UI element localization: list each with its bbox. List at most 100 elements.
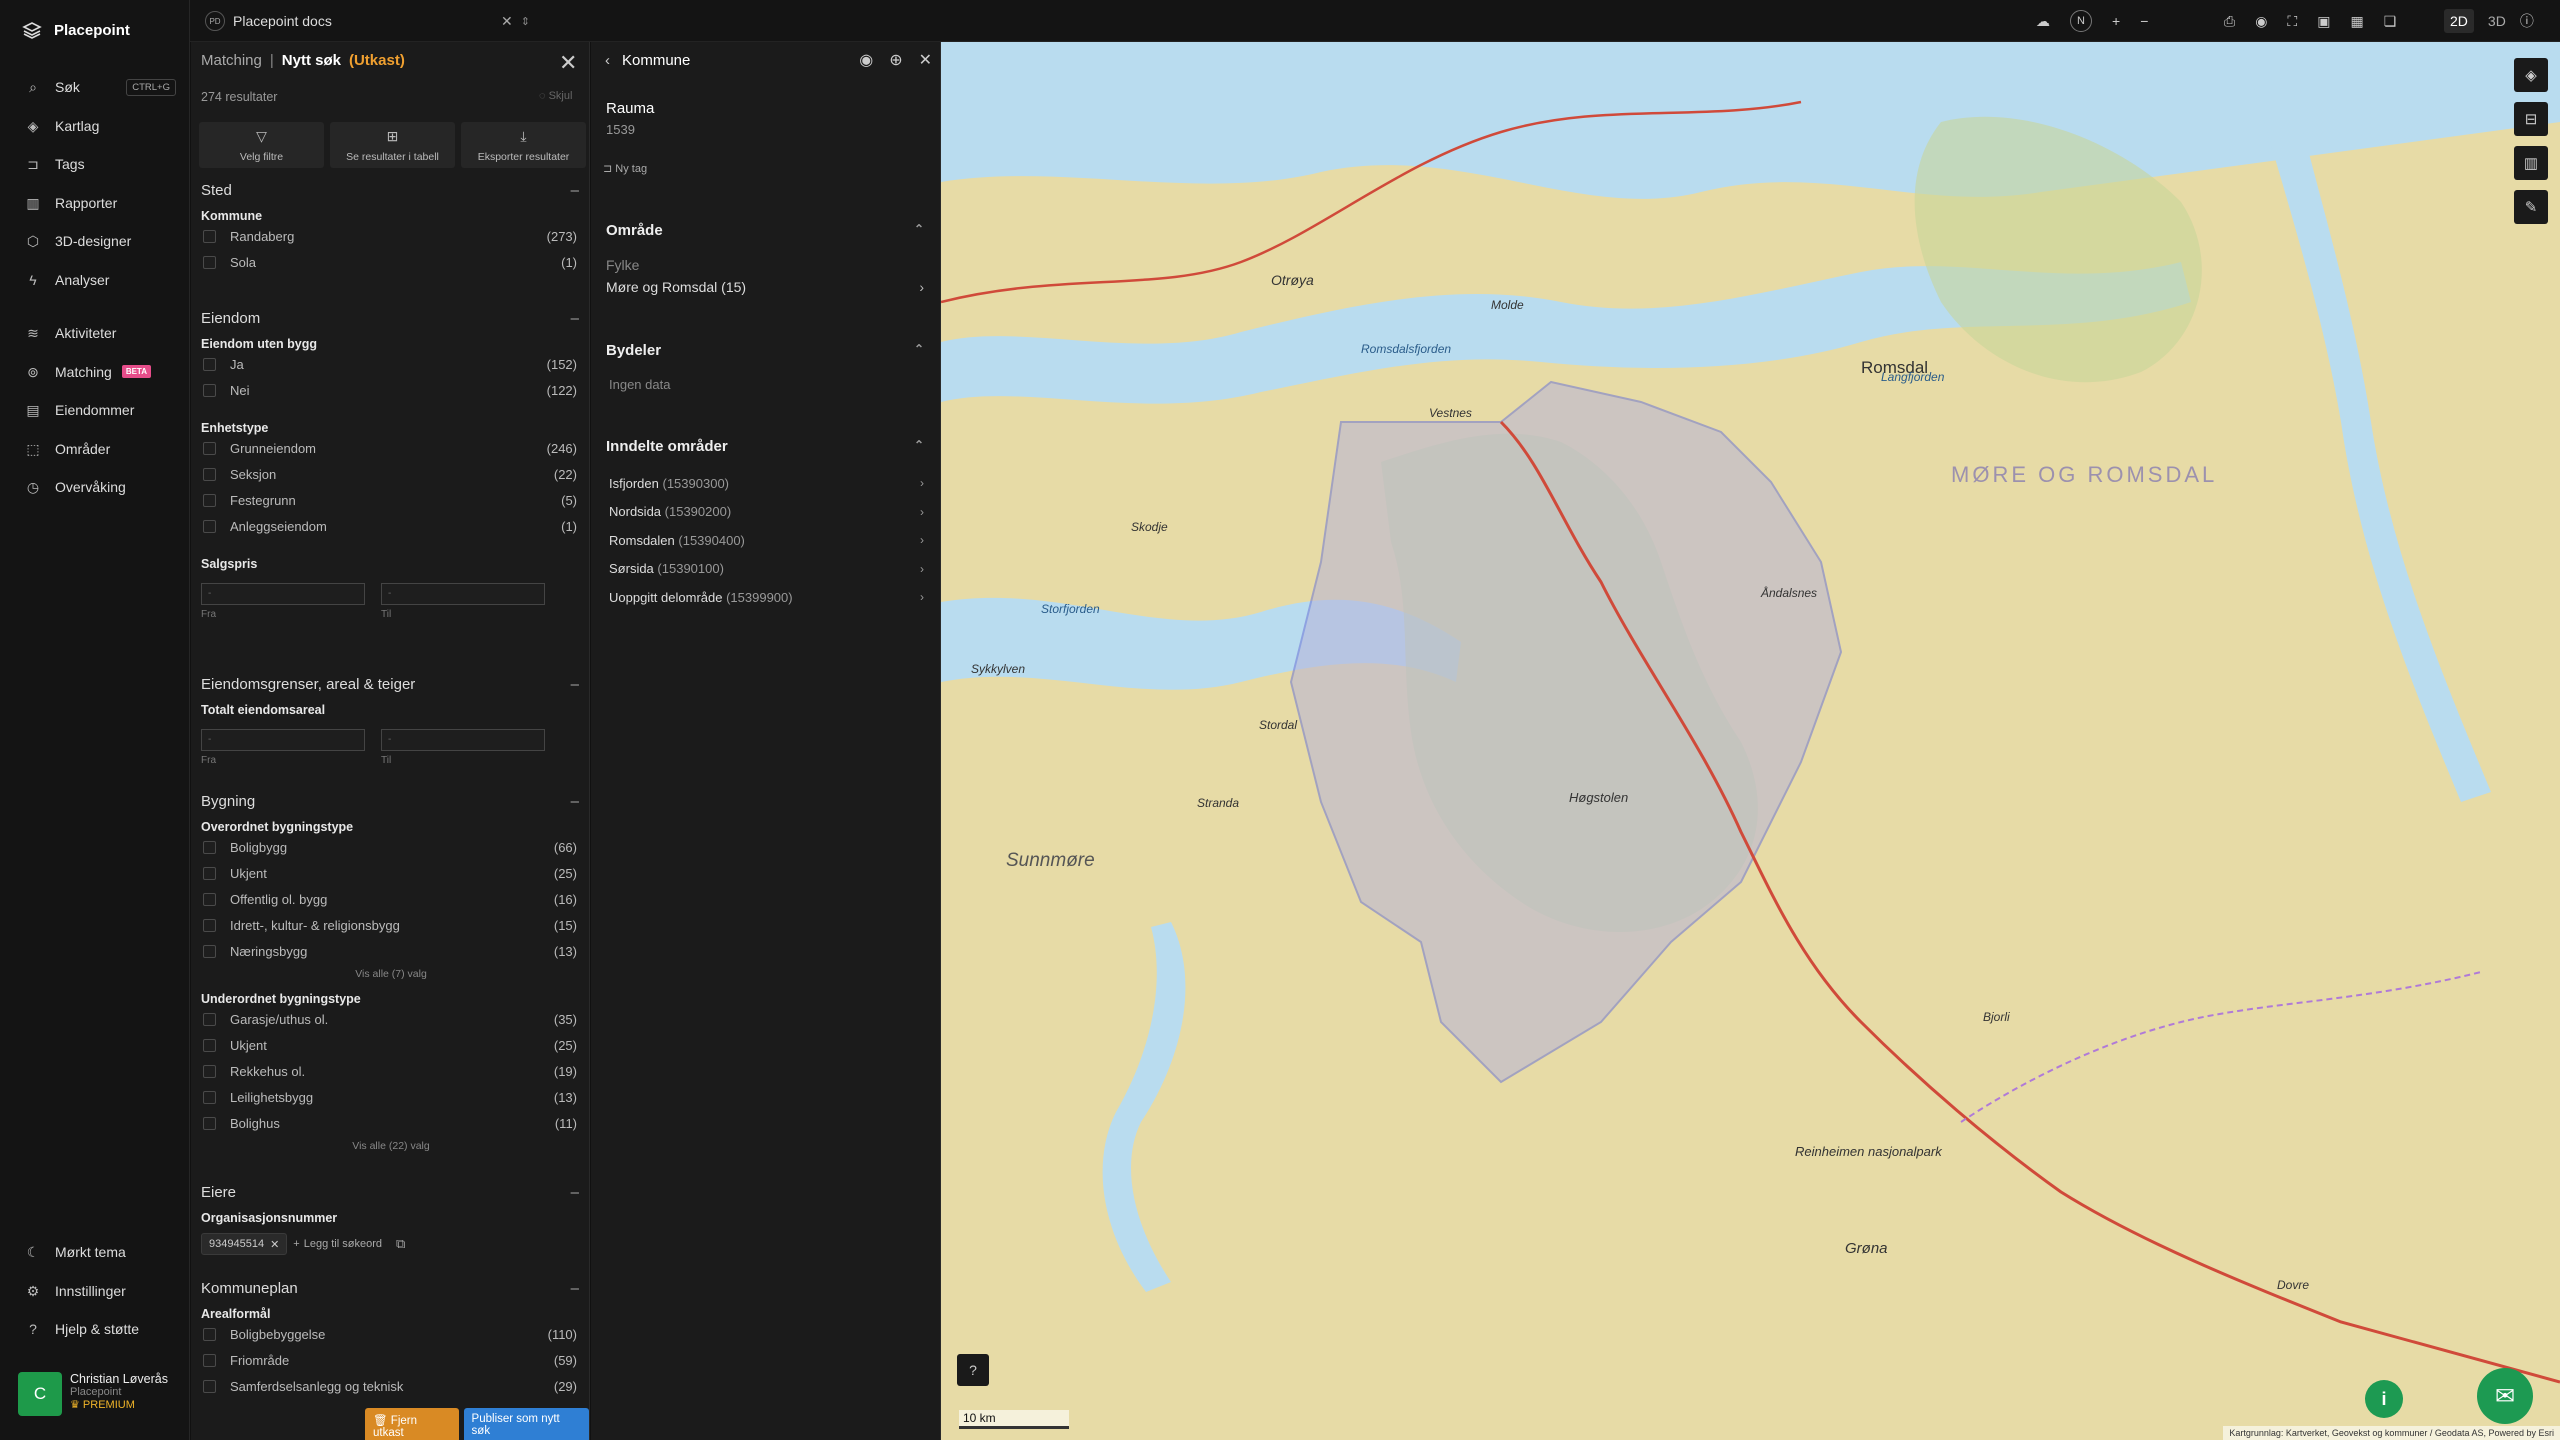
filter-option[interactable]: Nei (122) <box>201 377 581 403</box>
section-header[interactable]: Sted – <box>201 182 581 199</box>
sidebar-item-sok[interactable]: ⌕ Søk CTRL+G <box>0 68 190 107</box>
subarea-row[interactable]: Nordsida (15390200) › <box>606 498 924 527</box>
close-icon[interactable]: ✕ <box>919 50 932 70</box>
weather-icon[interactable]: ☁ <box>2036 13 2050 30</box>
info-icon[interactable]: ⓘ <box>2520 11 2534 31</box>
filter-option[interactable]: Ukjent (25) <box>201 1032 581 1058</box>
checkbox[interactable] <box>203 1012 216 1026</box>
show-all-link[interactable]: Vis alle (7) valg <box>201 964 581 984</box>
checkbox[interactable] <box>203 1090 216 1104</box>
sidebar-item-kartlag[interactable]: ◈ Kartlag <box>0 107 190 146</box>
collapse-icon[interactable]: – <box>571 1280 579 1297</box>
collapse-icon[interactable]: – <box>571 793 579 810</box>
checkbox[interactable] <box>203 840 216 854</box>
filter-option[interactable]: Boligbygg (66) <box>201 834 581 860</box>
remove-chip-icon[interactable]: ✕ <box>270 1238 279 1251</box>
filter-option[interactable]: Bolighus (11) <box>201 1110 581 1136</box>
grid-icon[interactable]: ▦ <box>2350 13 2363 30</box>
area-to-input[interactable]: - <box>381 729 545 751</box>
section-header[interactable]: Bygning – <box>201 793 581 810</box>
layers-tool-icon[interactable]: ◈ <box>2514 58 2548 92</box>
document-selector[interactable]: PD Placepoint docs ✕ ⇕ <box>205 8 530 34</box>
new-tag-button[interactable]: ⊐ Ny tag <box>603 162 647 175</box>
area-from-input[interactable]: - <box>201 729 365 751</box>
filter-option[interactable]: Sola (1) <box>201 249 581 275</box>
filter-option[interactable]: Friområde (59) <box>201 1347 581 1373</box>
checkbox[interactable] <box>203 255 216 269</box>
chevron-up-icon[interactable]: ⌃ <box>914 222 924 239</box>
price-to-input[interactable]: - <box>381 583 545 605</box>
close-icon[interactable]: ✕ <box>559 52 577 74</box>
add-keyword-button[interactable]: + Legg til søkeord <box>293 1238 382 1250</box>
checkbox[interactable] <box>203 441 216 455</box>
measure-tool-icon[interactable]: ⊟ <box>2514 102 2548 136</box>
eye-icon[interactable]: ◉ <box>859 50 873 70</box>
camera-icon[interactable]: ▣ <box>2317 13 2330 30</box>
filter-option[interactable]: Ja (152) <box>201 351 581 377</box>
chevron-up-icon[interactable]: ⌃ <box>914 438 924 455</box>
zoom-out-icon[interactable]: − <box>2140 13 2148 29</box>
collapse-icon[interactable]: – <box>571 182 579 199</box>
dark-theme-toggle[interactable]: ☾ Mørkt tema <box>0 1233 190 1272</box>
chevron-updown-icon[interactable]: ⇕ <box>521 15 530 28</box>
sidebar-item-hjelp[interactable]: ? Hjelp & støtte <box>0 1310 190 1349</box>
filter-option[interactable]: Rekkehus ol. (19) <box>201 1058 581 1084</box>
checkbox[interactable] <box>203 519 216 533</box>
collapse-icon[interactable]: – <box>571 310 579 327</box>
section-header[interactable]: Bydeler ⌃ <box>606 342 924 359</box>
chat-icon[interactable]: ✉ <box>2477 1368 2533 1424</box>
price-from-input[interactable]: - <box>201 583 365 605</box>
subarea-row[interactable]: Uoppgitt delområde (15399900) › <box>606 583 924 612</box>
map-canvas[interactable]: Otrøya Molde Romsdal MØRE OG ROMSDAL Sun… <box>941 42 2560 1440</box>
checkbox[interactable] <box>203 357 216 371</box>
subarea-row[interactable]: Romsdalen (15390400) › <box>606 526 924 555</box>
sidebar-item-omrader[interactable]: ⬚ Områder <box>0 430 190 469</box>
section-header[interactable]: Eiendom – <box>201 310 581 327</box>
draw-tool-icon[interactable]: ✎ <box>2514 190 2548 224</box>
eye-icon[interactable]: ◉ <box>2255 13 2267 30</box>
print-icon[interactable]: ⎙ <box>2224 13 2235 30</box>
crosshair-icon[interactable]: ⊕ <box>889 50 902 70</box>
view-3d-button[interactable]: 3D <box>2488 13 2506 29</box>
section-header[interactable]: Inndelte områder ⌃ <box>606 438 924 455</box>
filter-option[interactable]: Ukjent (25) <box>201 860 581 886</box>
checkbox[interactable] <box>203 1116 216 1130</box>
filter-option[interactable]: Randaberg (273) <box>201 223 581 249</box>
remove-draft-button[interactable]: 🗑 Fjern utkast <box>365 1408 459 1440</box>
filter-option[interactable]: Næringsbygg (13) <box>201 938 581 964</box>
publish-button[interactable]: Publiser som nytt søk <box>463 1408 589 1440</box>
fullscreen-icon[interactable]: ⛶ <box>2287 13 2297 30</box>
checkbox[interactable] <box>203 866 216 880</box>
checkbox[interactable] <box>203 1327 216 1341</box>
sidebar-item-tags[interactable]: ⊐ Tags <box>0 145 190 184</box>
copy-icon[interactable]: ⧉ <box>396 1236 405 1252</box>
filter-option[interactable]: Leilighetsbygg (13) <box>201 1084 581 1110</box>
brand[interactable]: Placepoint <box>22 20 130 40</box>
section-header[interactable]: Eiere – <box>201 1184 581 1201</box>
compass-button[interactable]: N <box>2070 10 2092 32</box>
checkbox[interactable] <box>203 467 216 481</box>
chart-tool-icon[interactable]: ▥ <box>2514 146 2548 180</box>
filter-option[interactable]: Grunneiendom (246) <box>201 435 581 461</box>
filter-option[interactable]: Festegrunn (5) <box>201 487 581 513</box>
filter-option[interactable]: Anleggseiendom (1) <box>201 513 581 539</box>
chevron-up-icon[interactable]: ⌃ <box>914 342 924 359</box>
sidebar-item-analyser[interactable]: ϟ Analyser <box>0 261 190 300</box>
section-header[interactable]: Kommuneplan – <box>201 1280 581 1297</box>
zoom-in-icon[interactable]: + <box>2112 13 2120 29</box>
section-header[interactable]: Eiendomsgrenser, areal & teiger – <box>201 676 581 693</box>
user-profile[interactable]: C Christian Løverås Placepoint ♛ PREMIUM <box>18 1372 168 1416</box>
checkbox[interactable] <box>203 918 216 932</box>
sidebar-item-aktiviteter[interactable]: ≋ Aktiviteter <box>0 314 190 353</box>
section-header[interactable]: Område ⌃ <box>606 222 924 239</box>
sidebar-item-rapporter[interactable]: ▥ Rapporter <box>0 184 190 223</box>
sidebar-item-overvaking[interactable]: ◷ Overvåking <box>0 468 190 507</box>
checkbox[interactable] <box>203 383 216 397</box>
sidebar-item-3d-designer[interactable]: ⬡ 3D-designer <box>0 222 190 261</box>
export-button[interactable]: ⤓ Eksporter resultater <box>461 122 586 168</box>
breadcrumb[interactable]: Matching <box>201 52 262 69</box>
checkbox[interactable] <box>203 229 216 243</box>
checkbox[interactable] <box>203 493 216 507</box>
checkbox[interactable] <box>203 1064 216 1078</box>
filter-option[interactable]: Boligbebyggelse (110) <box>201 1321 581 1347</box>
